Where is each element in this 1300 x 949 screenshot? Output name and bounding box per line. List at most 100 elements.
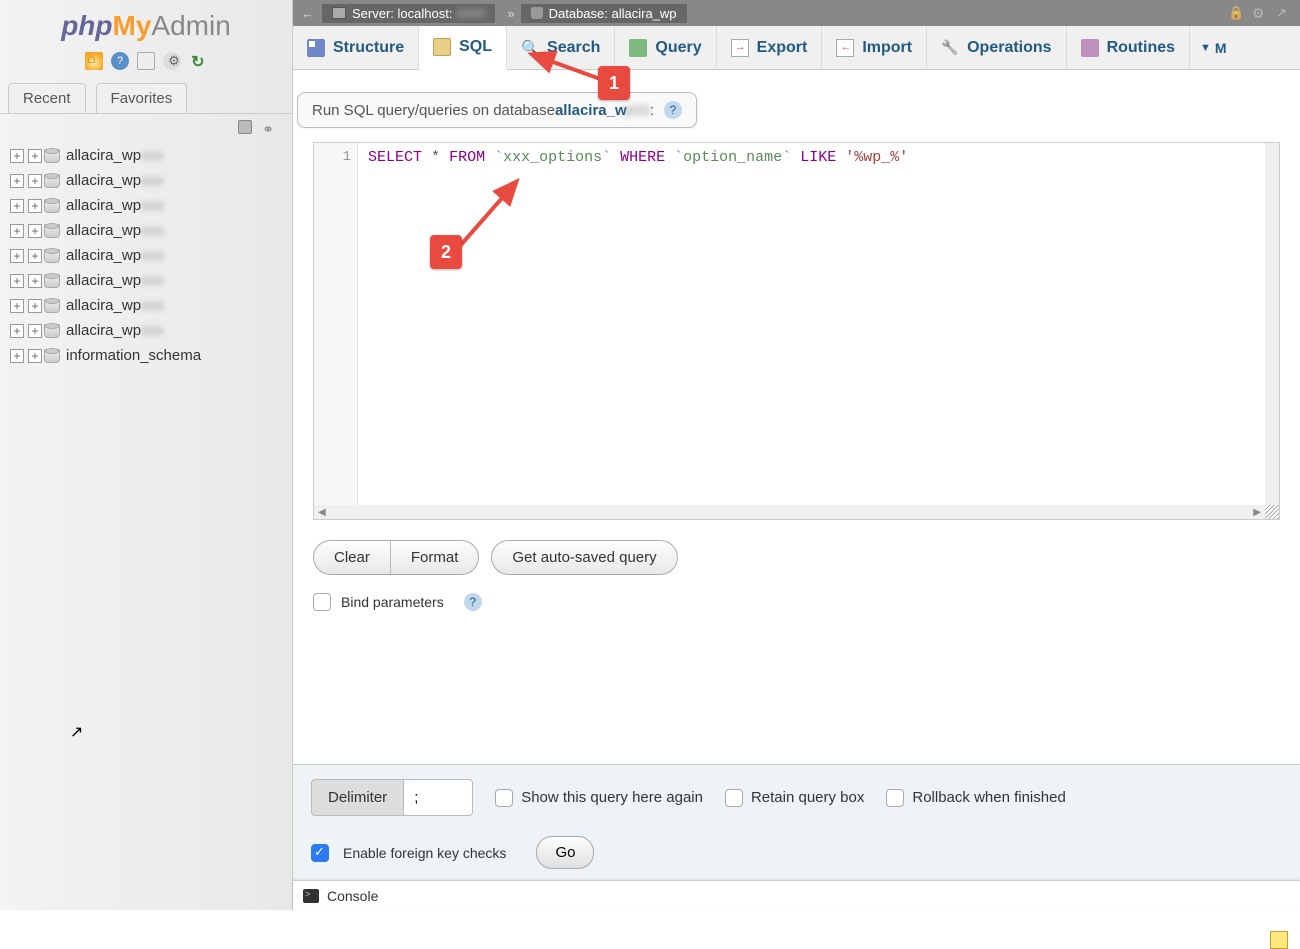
- tab-more[interactable]: ▼M: [1190, 26, 1237, 69]
- lock-icon[interactable]: [1228, 5, 1244, 21]
- editor-gutter: 1: [314, 143, 358, 505]
- autosaved-button[interactable]: Get auto-saved query: [491, 540, 677, 575]
- expand-icon[interactable]: [28, 349, 42, 363]
- expand-icon[interactable]: [28, 199, 42, 213]
- expand-icon[interactable]: [10, 199, 24, 213]
- collapse-icon[interactable]: [238, 120, 252, 134]
- expand-icon[interactable]: [28, 149, 42, 163]
- expand-icon[interactable]: [28, 299, 42, 313]
- help-icon[interactable]: [464, 593, 482, 611]
- button-group: Clear Format: [313, 540, 479, 575]
- db-row[interactable]: allacira_wpxxx: [10, 143, 292, 168]
- expand-icon[interactable]: [10, 324, 24, 338]
- server-value: localhost:: [398, 6, 453, 21]
- import-icon: [836, 39, 854, 57]
- link-icon[interactable]: [260, 121, 274, 135]
- main-tabs: Structure SQL Search Query Export Import…: [293, 26, 1300, 70]
- tab-routines[interactable]: Routines: [1067, 26, 1190, 69]
- tab-label: SQL: [459, 38, 492, 56]
- database-icon: [44, 149, 60, 163]
- token-val: '%wp_%': [845, 149, 908, 166]
- database-icon: [44, 224, 60, 238]
- back-icon[interactable]: ←: [301, 6, 314, 21]
- help-icon[interactable]: [664, 101, 682, 119]
- token-col: `option_name`: [674, 149, 791, 166]
- callout-number: 2: [441, 242, 451, 263]
- expand-icon[interactable]: [10, 249, 24, 263]
- runbox-db[interactable]: allacira_w: [555, 102, 627, 119]
- expand-icon[interactable]: [28, 224, 42, 238]
- tab-favorites[interactable]: Favorites: [96, 83, 188, 113]
- fk-checkbox[interactable]: [311, 844, 329, 862]
- expand-icon[interactable]: [28, 174, 42, 188]
- breadcrumb-server[interactable]: Server: localhost: 0000: [322, 4, 495, 23]
- console-bar[interactable]: Console: [293, 880, 1300, 910]
- tab-label: M: [1215, 40, 1227, 56]
- rollback-checkbox[interactable]: [886, 789, 904, 807]
- expand-icon[interactable]: [10, 299, 24, 313]
- show-again-checkbox[interactable]: [495, 789, 513, 807]
- popout-icon[interactable]: [1276, 5, 1292, 21]
- horizontal-scrollbar[interactable]: ◀▶: [314, 505, 1265, 519]
- expand-icon[interactable]: [28, 274, 42, 288]
- expand-icon[interactable]: [10, 149, 24, 163]
- db-row[interactable]: allacira_wpxxx: [10, 193, 292, 218]
- export-icon: [731, 39, 749, 57]
- go-button[interactable]: Go: [536, 836, 594, 869]
- tab-query[interactable]: Query: [615, 26, 716, 69]
- db-row[interactable]: allacira_wpxxx: [10, 168, 292, 193]
- run-query-heading: Run SQL query/queries on database allaci…: [297, 92, 697, 128]
- runbox-prefix: Run SQL query/queries on database: [312, 102, 555, 119]
- db-row[interactable]: allacira_wpxxx: [10, 243, 292, 268]
- database-icon: [44, 299, 60, 313]
- expand-icon[interactable]: [10, 174, 24, 188]
- expand-icon[interactable]: [28, 324, 42, 338]
- delimiter-input[interactable]: [403, 779, 473, 816]
- expand-icon[interactable]: [10, 349, 24, 363]
- expand-icon[interactable]: [10, 224, 24, 238]
- tab-label: Import: [862, 39, 912, 57]
- settings-icon[interactable]: [163, 52, 181, 70]
- logo-admin: Admin: [151, 10, 230, 41]
- gear-icon[interactable]: [1252, 5, 1268, 21]
- home-icon[interactable]: [85, 52, 103, 70]
- db-name: information_schema: [66, 347, 201, 364]
- resize-handle[interactable]: [1265, 505, 1279, 519]
- db-row[interactable]: allacira_wpxxx: [10, 318, 292, 343]
- expand-icon[interactable]: [28, 249, 42, 263]
- tab-operations[interactable]: Operations: [927, 26, 1066, 69]
- db-row[interactable]: information_schema: [10, 343, 292, 368]
- vertical-scrollbar[interactable]: [1265, 143, 1279, 505]
- refresh-icon[interactable]: [189, 52, 207, 70]
- bind-params-checkbox[interactable]: [313, 593, 331, 611]
- clear-button[interactable]: Clear: [314, 541, 390, 574]
- database-icon: [44, 249, 60, 263]
- kw-like: LIKE: [800, 149, 836, 166]
- kw-select: SELECT: [368, 149, 422, 166]
- db-row[interactable]: allacira_wpxxx: [10, 268, 292, 293]
- tab-import[interactable]: Import: [822, 26, 927, 69]
- editor-buttons: Clear Format Get auto-saved query: [313, 540, 1300, 575]
- sql-icon: [433, 38, 451, 56]
- tab-sql[interactable]: SQL: [419, 26, 507, 70]
- db-row[interactable]: allacira_wpxxx: [10, 218, 292, 243]
- help-icon[interactable]: [111, 52, 129, 70]
- tab-recent[interactable]: Recent: [8, 83, 86, 113]
- docs-icon[interactable]: [137, 52, 155, 70]
- retain-checkbox[interactable]: [725, 789, 743, 807]
- rollback-label: Rollback when finished: [912, 789, 1065, 806]
- format-button[interactable]: Format: [390, 541, 479, 574]
- database-icon: [44, 274, 60, 288]
- tab-export[interactable]: Export: [717, 26, 823, 69]
- logo-php: php: [61, 10, 112, 41]
- tab-label: Query: [655, 39, 701, 57]
- db-row[interactable]: allacira_wpxxx: [10, 293, 292, 318]
- breadcrumb: ← Server: localhost: 0000 » Database: al…: [293, 0, 1300, 26]
- tab-structure[interactable]: Structure: [293, 26, 419, 69]
- db-label: Database:: [549, 6, 608, 21]
- breadcrumb-database[interactable]: Database: allacira_wp: [521, 4, 687, 23]
- expand-icon[interactable]: [10, 274, 24, 288]
- logo[interactable]: phpMyAdmin: [0, 0, 292, 47]
- bind-params-row: Bind parameters: [313, 593, 1300, 611]
- note-icon[interactable]: [1270, 931, 1288, 949]
